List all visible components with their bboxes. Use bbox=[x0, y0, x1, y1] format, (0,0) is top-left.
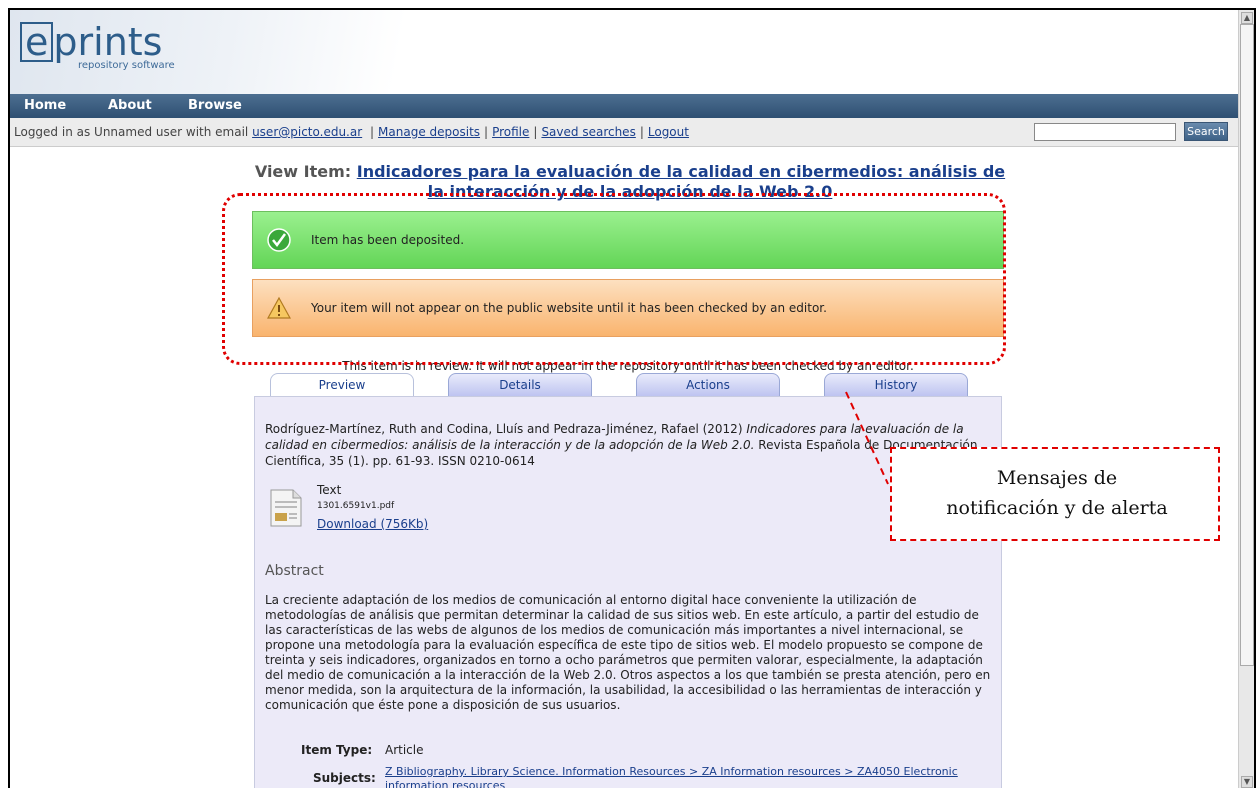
eprints-logo[interactable]: e prints repository software bbox=[20, 20, 175, 71]
main-menu-bar: Home About Browse bbox=[10, 94, 1238, 118]
document-icon[interactable] bbox=[269, 489, 303, 527]
scroll-thumb[interactable] bbox=[1240, 24, 1254, 666]
user-email-link[interactable]: user@picto.edu.ar bbox=[252, 125, 362, 139]
abstract-heading: Abstract bbox=[265, 563, 324, 579]
menu-home[interactable]: Home bbox=[24, 98, 66, 113]
login-bar: Logged in as Unnamed user with email use… bbox=[10, 118, 1238, 147]
abstract-text: La creciente adaptación de los medios de… bbox=[265, 593, 991, 712]
document-filename: 1301.6591v1.pdf bbox=[317, 501, 395, 511]
login-prefix: Logged in as Unnamed user with email bbox=[14, 125, 249, 139]
manage-deposits-link[interactable]: Manage deposits bbox=[378, 125, 480, 139]
tab-preview[interactable]: Preview bbox=[270, 373, 414, 398]
profile-link[interactable]: Profile bbox=[492, 125, 529, 139]
tab-actions[interactable]: Actions bbox=[636, 373, 780, 397]
view-item-label: View Item: bbox=[254, 162, 352, 181]
annotation-label-box: Mensajes de notificación y de alerta bbox=[890, 447, 1220, 541]
separator: | bbox=[370, 125, 375, 139]
item-type-label: Item Type: bbox=[301, 743, 373, 757]
separator: | bbox=[484, 125, 489, 139]
logo-subtitle: repository software bbox=[78, 60, 175, 71]
subjects-link[interactable]: Z Bibliography. Library Science. Informa… bbox=[385, 765, 995, 788]
logo-text: prints bbox=[53, 20, 163, 64]
scroll-down-icon[interactable]: ▼ bbox=[1241, 776, 1253, 788]
document-type: Text bbox=[317, 483, 342, 497]
logo-box-letter: e bbox=[20, 22, 54, 62]
logout-link[interactable]: Logout bbox=[648, 125, 689, 139]
scroll-up-icon[interactable]: ▲ bbox=[1241, 12, 1253, 24]
annotation-line-2: notificación y de alerta bbox=[946, 497, 1168, 519]
separator: | bbox=[533, 125, 538, 139]
tab-details[interactable]: Details bbox=[448, 373, 592, 397]
search-button[interactable]: Search bbox=[1184, 122, 1228, 141]
document-entry: Text 1301.6591v1.pdf Download (756Kb) bbox=[269, 483, 569, 543]
subjects-label: Subjects: bbox=[313, 771, 376, 785]
tab-history[interactable]: History bbox=[824, 373, 968, 397]
citation-authors: Rodríguez-Martínez, Ruth and Codina, Llu… bbox=[265, 422, 743, 436]
separator: | bbox=[639, 125, 644, 139]
annotation-label: Mensajes de notificación y de alerta bbox=[892, 463, 1222, 523]
annotation-dotted-box bbox=[222, 193, 1006, 365]
download-link[interactable]: Download (756Kb) bbox=[317, 517, 428, 531]
vertical-scrollbar[interactable]: ▲ ▼ bbox=[1238, 10, 1254, 788]
item-type-value: Article bbox=[385, 743, 424, 757]
search-input[interactable] bbox=[1034, 123, 1176, 141]
citation: Rodríguez-Martínez, Ruth and Codina, Llu… bbox=[265, 421, 995, 469]
browser-frame: e prints repository software Home About B… bbox=[8, 8, 1256, 788]
menu-about[interactable]: About bbox=[108, 98, 152, 113]
saved-searches-link[interactable]: Saved searches bbox=[541, 125, 635, 139]
menu-browse[interactable]: Browse bbox=[188, 98, 242, 113]
annotation-line-1: Mensajes de bbox=[996, 467, 1118, 489]
site-header: e prints repository software bbox=[10, 10, 1238, 94]
item-tabs: Preview Details Actions History bbox=[270, 373, 998, 398]
